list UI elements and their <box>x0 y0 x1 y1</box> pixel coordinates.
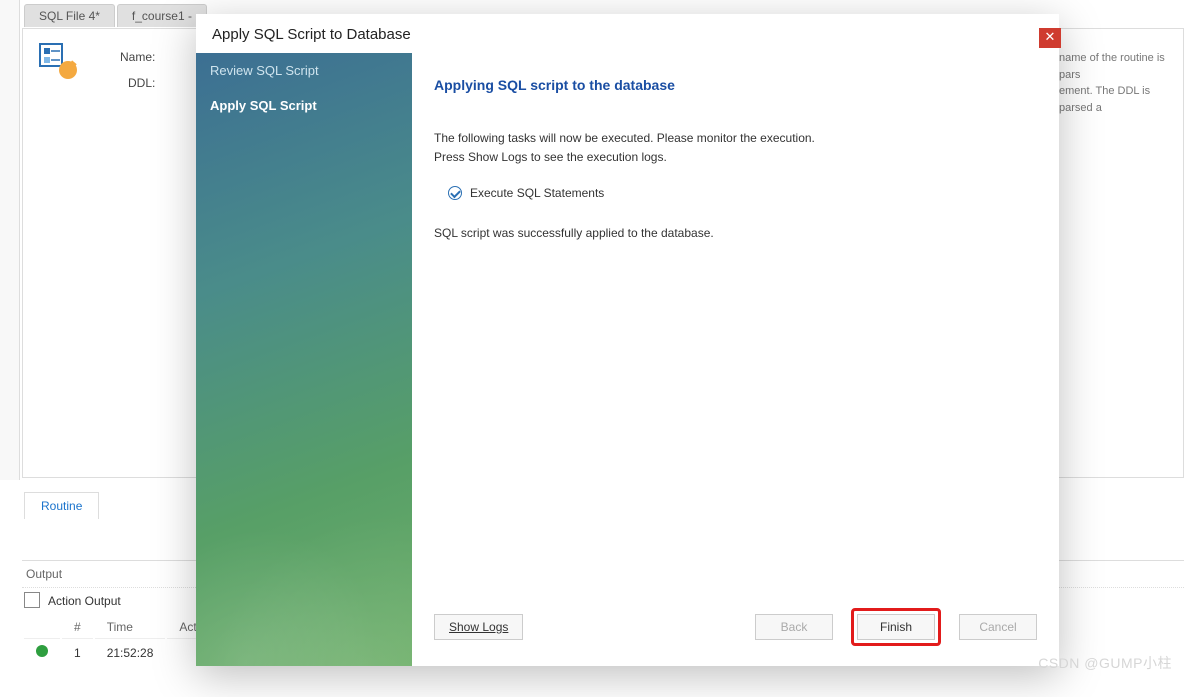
content-body: The following tasks will now be executed… <box>434 129 1037 166</box>
hint-line: name of the routine is pars <box>1059 50 1184 83</box>
table-header-row: # Time Action <box>24 616 225 639</box>
close-button[interactable]: ✕ <box>1039 28 1061 48</box>
dialog-title: Apply SQL Script to Database <box>196 14 1059 53</box>
gutter <box>0 0 20 480</box>
task-label: Execute SQL Statements <box>470 186 604 200</box>
table-row[interactable]: 1 21:52:28 <box>24 641 225 664</box>
hint-text: name of the routine is pars ement. The D… <box>1059 50 1184 116</box>
col-time: Time <box>95 616 166 639</box>
ddl-label: DDL: <box>120 76 155 90</box>
content-line: The following tasks will now be executed… <box>434 129 1037 148</box>
result-text: SQL script was successfully applied to t… <box>434 224 1037 243</box>
show-logs-button[interactable]: Show Logs <box>434 614 523 640</box>
tab-routine[interactable]: Routine <box>24 492 99 519</box>
finish-highlight: Finish <box>851 608 941 646</box>
hint-line: ement. The DDL is parsed a <box>1059 83 1184 116</box>
content-line: Press Show Logs to see the execution log… <box>434 148 1037 167</box>
close-icon: ✕ <box>1045 29 1056 44</box>
field-labels: Name: DDL: <box>120 50 155 102</box>
back-button[interactable]: Back <box>755 614 833 640</box>
check-icon <box>448 186 462 200</box>
task-row: Execute SQL Statements <box>448 186 1037 200</box>
tab-bar: SQL File 4* f_course1 - <box>24 4 207 27</box>
name-label: Name: <box>120 50 155 64</box>
cell-index: 1 <box>62 641 93 664</box>
col-index: # <box>62 616 93 639</box>
copy-icon[interactable] <box>26 594 40 608</box>
content-heading: Applying SQL script to the database <box>434 77 1037 93</box>
success-icon <box>36 645 48 657</box>
step-review[interactable]: Review SQL Script <box>196 53 412 88</box>
finish-button[interactable]: Finish <box>857 614 935 640</box>
cell-time: 21:52:28 <box>95 641 166 664</box>
cancel-button[interactable]: Cancel <box>959 614 1037 640</box>
wizard-content: Applying SQL script to the database The … <box>412 53 1059 666</box>
tab-course[interactable]: f_course1 - <box>117 4 207 27</box>
routine-icon <box>38 40 80 82</box>
output-type: Action Output <box>48 594 121 608</box>
apply-sql-dialog: Apply SQL Script to Database ✕ Review SQ… <box>196 14 1059 666</box>
wizard-sidebar: Review SQL Script Apply SQL Script <box>196 53 412 666</box>
step-apply[interactable]: Apply SQL Script <box>196 88 412 123</box>
dialog-body: Review SQL Script Apply SQL Script Apply… <box>196 53 1059 666</box>
dialog-footer: Show Logs Back Finish Cancel <box>434 608 1037 666</box>
tab-sql-file[interactable]: SQL File 4* <box>24 4 115 27</box>
watermark: CSDN @GUMP小柱 <box>1038 653 1172 673</box>
